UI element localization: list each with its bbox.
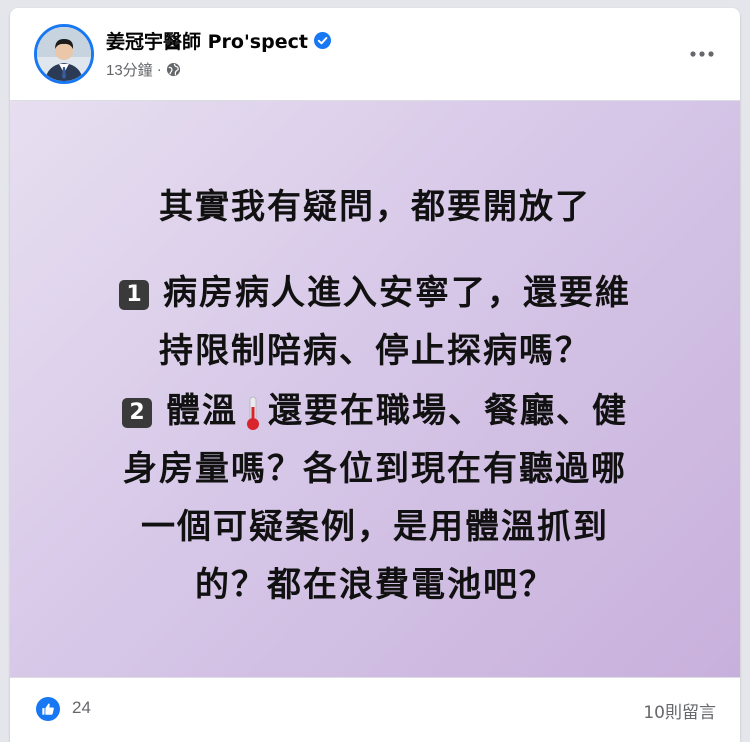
image-line-4-part2: 還要在職場、餐廳、健 — [268, 391, 628, 431]
post-meta: 13分鐘 · — [106, 58, 181, 80]
author-name[interactable]: 姜冠宇醫師 Pro'spect — [106, 27, 308, 54]
image-line-7: 的？都在浪費電池吧？ — [195, 565, 555, 605]
like-count[interactable]: 24 — [72, 698, 91, 718]
comment-count[interactable]: 10則留言 — [643, 698, 716, 723]
post-timestamp[interactable]: 13分鐘 — [106, 59, 153, 80]
image-line-4: 2 體溫 還要在職場、餐廳、健 — [10, 383, 740, 432]
more-options-button[interactable] — [684, 36, 720, 72]
image-line-6: 一個可疑案例，是用體溫抓到 — [141, 507, 609, 547]
post-header: 姜冠宇醫師 Pro'spect 13分鐘 · — [10, 8, 740, 100]
post-footer: 24 10則留言 — [10, 678, 740, 742]
image-line-1: 其實我有疑問，都要開放了 — [159, 187, 591, 227]
image-line-2: 1 病房病人進入安寧了，還要維 — [10, 265, 740, 314]
number-2-icon: 2 — [122, 397, 152, 428]
like-icon[interactable] — [36, 697, 60, 721]
avatar-image — [37, 27, 91, 81]
image-line-5: 身房量嗎？各位到現在有聽過哪 — [123, 449, 627, 489]
post-image[interactable]: 其實我有疑問，都要開放了 1 病房病人進入安寧了，還要維 持限制陪病、停止探病嗎？… — [10, 100, 740, 678]
number-1-icon: 1 — [119, 279, 149, 310]
verified-badge-icon — [313, 31, 331, 49]
thermometer-icon — [244, 395, 262, 431]
meta-separator: · — [156, 60, 162, 78]
avatar[interactable] — [34, 24, 94, 84]
more-options-icon — [690, 51, 714, 57]
globe-icon[interactable] — [166, 62, 181, 77]
author-row: 姜冠宇醫師 Pro'spect — [106, 26, 331, 54]
post-card: 姜冠宇醫師 Pro'spect 13分鐘 · 其實我有疑問，都要開放了 1 病房… — [10, 8, 740, 742]
image-line-3: 持限制陪病、停止探病嗎？ — [159, 331, 591, 371]
image-line-2-text: 病房病人進入安寧了，還要維 — [163, 273, 631, 313]
image-line-4-part1: 體溫 — [166, 391, 238, 431]
